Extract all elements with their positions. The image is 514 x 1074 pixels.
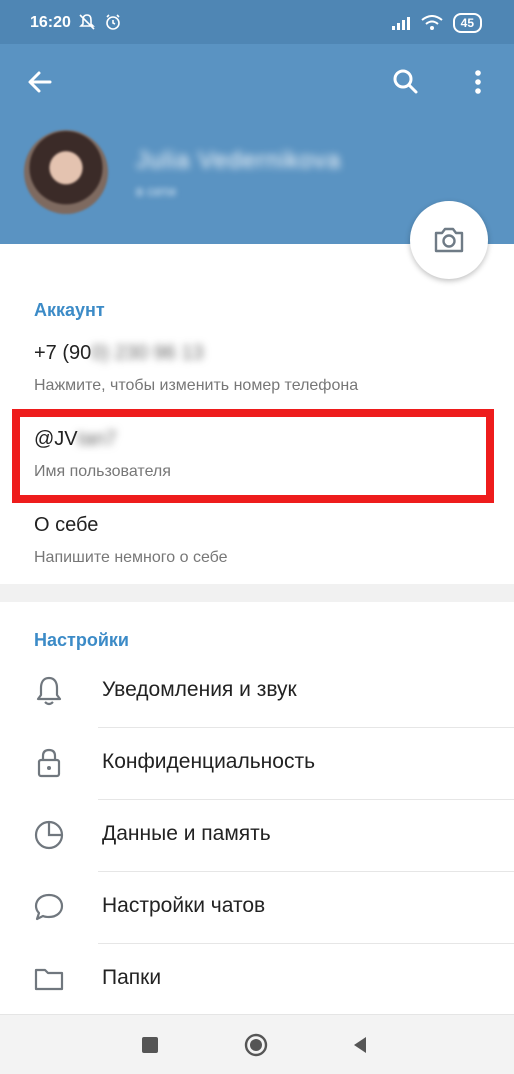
home-button[interactable]	[244, 1033, 268, 1057]
more-options-button[interactable]	[468, 64, 488, 100]
settings-item-privacy[interactable]: Конфиденциальность	[0, 728, 514, 800]
silent-icon	[78, 13, 96, 31]
settings-item-data[interactable]: Данные и память	[0, 800, 514, 872]
settings-item-notifications[interactable]: Уведомления и звук	[0, 656, 514, 728]
bell-icon	[32, 674, 66, 708]
signal-icon	[391, 15, 411, 31]
set-photo-button[interactable]	[410, 201, 488, 279]
telegram-settings-screen: 16:20 45 Julia Vedernikova в сети Аккаун…	[0, 0, 514, 1074]
bio-hint: Напишите немного о себе	[34, 549, 228, 566]
phone-prefix: +7 (90	[34, 342, 92, 364]
wifi-icon	[421, 15, 443, 31]
settings-item-label: Данные и память	[102, 822, 271, 845]
arrow-back-icon	[22, 64, 58, 100]
status-bar: 16:20 45	[0, 0, 514, 44]
profile-status: в сети	[136, 183, 176, 199]
search-icon	[388, 64, 424, 100]
settings-item-chats[interactable]: Настройки чатов	[0, 872, 514, 944]
battery-indicator: 45	[452, 13, 482, 33]
highlight-frame	[12, 409, 494, 503]
folder-icon	[32, 962, 66, 996]
system-back-button[interactable]	[350, 1035, 370, 1055]
back-button[interactable]	[22, 64, 58, 100]
chat-bubble-icon	[32, 890, 66, 924]
system-nav-bar	[0, 1014, 514, 1074]
pie-chart-icon	[32, 818, 66, 852]
home-circle-icon	[244, 1033, 268, 1057]
phone-hint: Нажмите, чтобы изменить номер телефона	[34, 377, 359, 394]
section-gap	[0, 584, 514, 602]
recents-button[interactable]	[142, 1037, 158, 1053]
settings-section-title: Настройки	[34, 630, 129, 650]
status-time: 16:20	[30, 14, 71, 31]
avatar[interactable]	[24, 130, 108, 214]
settings-item-label: Папки	[102, 966, 162, 989]
settings-item-label: Конфиденциальность	[102, 750, 316, 773]
camera-icon	[432, 225, 466, 255]
phone-hidden: 0) 230 96 13	[91, 342, 204, 364]
search-button[interactable]	[388, 64, 424, 100]
settings-item-label: Настройки чатов	[102, 894, 266, 917]
account-section-title: Аккаунт	[34, 300, 105, 320]
phone-value: +7 (900) 230 96 13	[34, 342, 204, 365]
alarm-icon	[104, 13, 122, 31]
profile-name: Julia Vedernikova	[136, 147, 342, 174]
settings-item-label: Уведомления и звук	[102, 678, 297, 701]
triangle-back-icon	[350, 1035, 370, 1055]
lock-icon	[32, 746, 66, 780]
more-vert-icon	[468, 64, 488, 100]
bio-label: О себе	[34, 514, 99, 536]
settings-item-folders[interactable]: Папки	[0, 944, 514, 1016]
